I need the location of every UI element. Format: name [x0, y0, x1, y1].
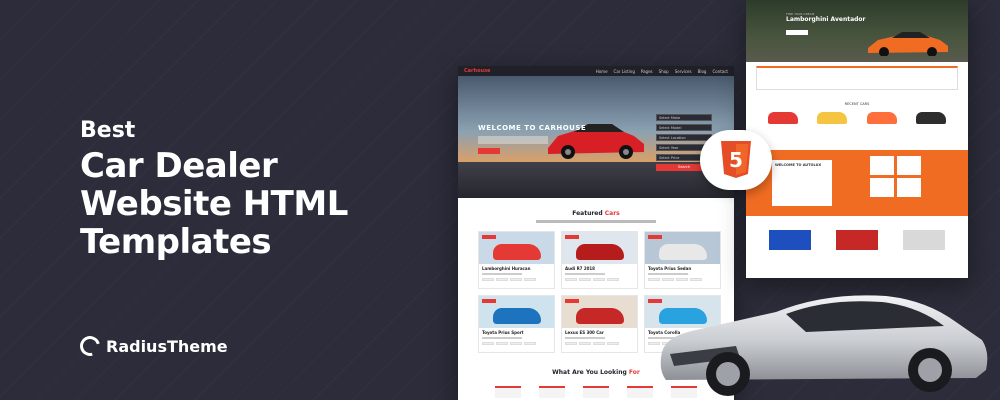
html5-icon: 5 [721, 141, 751, 178]
html5-number: 5 [729, 148, 743, 172]
car-card-tag [565, 235, 579, 239]
feature-tile [897, 178, 921, 197]
mockup2-feature-tiles [870, 156, 921, 197]
mockup-hero: WELCOME TO CARHOUSE Select Make Select M… [458, 76, 734, 198]
mockup2-welcome-heading: WELCOME TO AUTOLUX [775, 163, 822, 167]
mockup-menu-item: Services [674, 68, 692, 74]
mockup2-welcome-card: WELCOME TO AUTOLUX [772, 160, 832, 206]
car-card-meta [565, 273, 605, 275]
mockup-menu-item: Contact [712, 68, 728, 74]
car-card: Toyota Prius Sport [478, 295, 555, 353]
car-card-name: Lexus ES 300 Car [565, 330, 604, 335]
car-icon [768, 230, 811, 250]
car-card: Lamborghini Huracan [478, 231, 555, 289]
featured-heading-text: Featured [572, 210, 603, 217]
mockup-menu-item: Home [595, 68, 608, 74]
category-tile [583, 386, 609, 398]
car-icon [866, 112, 897, 124]
car-icon [493, 308, 541, 324]
red-sports-car-image [548, 124, 644, 159]
mockup-search-field: Select Make [656, 114, 712, 121]
mockup-logo: Carhouse [464, 68, 491, 74]
headline-eyebrow: Best [80, 118, 136, 143]
feature-tile [897, 156, 921, 175]
mockup-hero-button [478, 148, 500, 154]
mockup-hero-title: WELCOME TO CARHOUSE [478, 124, 587, 132]
category-tile [495, 386, 521, 398]
orange-sports-car-image [868, 32, 948, 56]
car-icon [493, 244, 541, 260]
featured-heading-accent: Cars [604, 210, 620, 217]
feature-tile [870, 156, 894, 175]
car-card-image [562, 232, 637, 264]
mockup-navbar: Carhouse Home Car Listing Pages Shop Ser… [458, 66, 734, 76]
mockup-menu-item: Shop [658, 68, 669, 74]
car-icon [835, 230, 878, 250]
car-card-meta [482, 337, 522, 339]
mockup2-recent-cars [746, 106, 968, 130]
car-card-tag [565, 299, 579, 303]
mockup-menu: Home Car Listing Pages Shop Services Blo… [596, 69, 728, 74]
car-card-tag [482, 235, 496, 239]
car-card: Audi R7 2018 [561, 231, 638, 289]
car-card-meta [482, 273, 522, 275]
headline-line-2: Website HTML [80, 184, 348, 225]
brand-name: RadiusTheme [106, 336, 228, 356]
car-icon [903, 230, 946, 250]
template-preview-autolux: FIND YOUR DREAM Lamborghini Aventador RE… [746, 0, 968, 278]
headline-line-3: Templates [80, 222, 272, 263]
car-icon [576, 244, 624, 260]
mockup2-hero: FIND YOUR DREAM Lamborghini Aventador [746, 0, 968, 62]
car-icon [767, 112, 798, 124]
car-icon [576, 308, 624, 324]
car-card: Lexus ES 300 Car [561, 295, 638, 353]
featured-subtitle [536, 220, 656, 223]
car-card-name: Toyota Prius Sport [482, 330, 524, 335]
car-card-name: Lamborghini Huracan [482, 266, 531, 271]
mockup-menu-item: Blog [697, 68, 707, 74]
looking-heading-text: What Are You Looking [552, 369, 627, 376]
car-card: Toyota Prius Sedan [644, 231, 721, 289]
mockup-menu-item: Pages [640, 68, 653, 74]
car-card-image [562, 296, 637, 328]
mockup2-hero-button [786, 30, 808, 35]
car-icon [817, 112, 848, 124]
featured-cars-heading: Featured Cars [458, 210, 734, 217]
car-card-image [479, 232, 554, 264]
car-card-specs [479, 277, 554, 282]
car-card-specs [562, 277, 637, 282]
looking-heading-accent: For [628, 369, 640, 376]
car-card-specs [562, 341, 637, 346]
car-card-meta [565, 337, 605, 339]
feature-tile [870, 178, 894, 197]
category-tile [539, 386, 565, 398]
car-card-specs [479, 341, 554, 346]
headline-block: Best Car Dealer Website HTML Templates [80, 118, 348, 261]
headline-line-1: Car Dealer [80, 146, 278, 186]
car-icon [916, 112, 947, 124]
radius-logo-icon [76, 332, 104, 360]
brand-logo: RadiusTheme [76, 332, 228, 360]
car-card-meta [648, 273, 688, 275]
mockup2-bottom-cars [746, 216, 968, 250]
mockup2-hero-title: Lamborghini Aventador [786, 16, 866, 23]
mockup-menu-item: Car Listing [613, 68, 635, 74]
mockup-hero-text [478, 136, 548, 144]
mockup-search-field: Select Location [656, 134, 712, 141]
mockup2-search-bar [756, 66, 958, 90]
car-card-image [479, 296, 554, 328]
car-icon [659, 244, 707, 260]
category-tile [627, 386, 653, 398]
car-card-name: Toyota Prius Sedan [648, 266, 692, 271]
car-card-tag [482, 299, 496, 303]
car-card-image [645, 232, 720, 264]
car-card-name: Audi R7 2018 [565, 266, 595, 271]
silver-sedan-image [660, 295, 988, 396]
mockup2-welcome-section: WELCOME TO AUTOLUX [746, 150, 968, 216]
car-card-tag [648, 235, 662, 239]
html5-badge: 5 [700, 130, 772, 190]
mockup-search-field: Select Model [656, 124, 712, 131]
